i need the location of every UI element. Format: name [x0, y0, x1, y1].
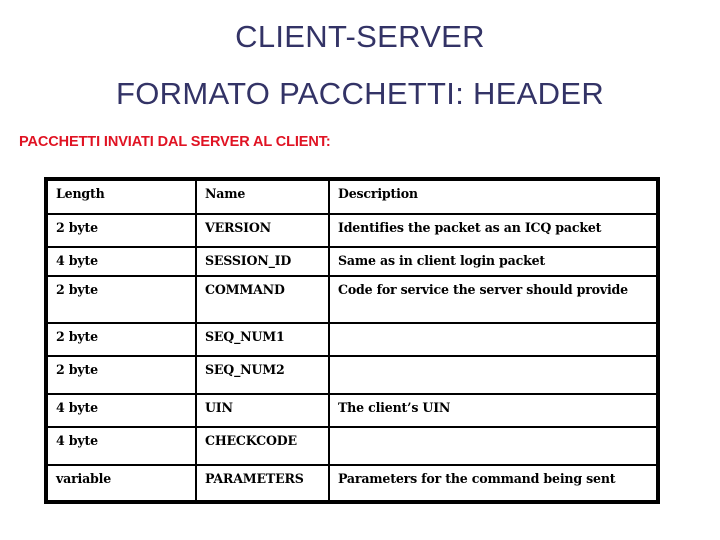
table-header-row: Length Name Description: [48, 181, 656, 215]
cell-description: [329, 427, 656, 466]
section-subtitle: PACCHETTI INVIATI DAL SERVER AL CLIENT:: [19, 134, 331, 150]
table-row: 4 byte SESSION_ID Same as in client logi…: [48, 247, 656, 277]
table-row: 2 byte COMMAND Code for service the serv…: [48, 276, 656, 324]
cell-name: SEQ_NUM2: [196, 356, 330, 395]
table-row: 4 byte UIN The client’s UIN: [48, 394, 656, 428]
cell-name: UIN: [196, 394, 330, 428]
page-title-line-2: FORMATO PACCHETTI: HEADER: [115, 76, 605, 111]
cell-description: Same as in client login packet: [329, 247, 656, 277]
slide-canvas: CLIENT-SERVER FORMATO PACCHETTI: HEADER …: [0, 0, 720, 540]
cell-length: 4 byte: [48, 247, 197, 277]
column-header-name: Name: [196, 181, 330, 215]
cell-description: [329, 356, 656, 395]
cell-name: CHECKCODE: [196, 427, 330, 466]
cell-name: VERSION: [196, 214, 330, 248]
cell-length: 2 byte: [48, 356, 197, 395]
cell-name: COMMAND: [196, 276, 330, 324]
table-row: 2 byte VERSION Identifies the packet as …: [48, 214, 656, 248]
packet-header-table-container: Length Name Description 2 byte VERSION I…: [44, 177, 660, 504]
cell-length: 4 byte: [48, 394, 197, 428]
cell-name: SEQ_NUM1: [196, 323, 330, 357]
cell-name: SESSION_ID: [196, 247, 330, 277]
cell-description: The client’s UIN: [329, 394, 656, 428]
cell-length: 4 byte: [48, 427, 197, 466]
cell-length: 2 byte: [48, 214, 197, 248]
cell-description: Parameters for the command being sent: [338, 471, 616, 486]
page-title-line-1: CLIENT-SERVER: [235, 19, 485, 54]
column-header-description: Description: [329, 181, 656, 215]
cell-length: variable: [48, 465, 197, 500]
cell-length: 2 byte: [48, 276, 197, 324]
cell-name: PARAMETERS: [196, 465, 330, 500]
table-row: 2 byte SEQ_NUM1: [48, 323, 656, 357]
table-row: 2 byte SEQ_NUM2: [48, 356, 656, 395]
cell-description: Code for service the server should provi…: [329, 276, 656, 324]
packet-header-table: Length Name Description 2 byte VERSION I…: [48, 181, 656, 500]
column-header-length: Length: [48, 181, 197, 215]
table-row: variable PARAMETERS Parameters for the c…: [48, 465, 656, 500]
cell-length: 2 byte: [48, 323, 197, 357]
table-row: 4 byte CHECKCODE: [48, 427, 656, 466]
cell-description: Identifies the packet as an ICQ packet: [329, 214, 656, 248]
cell-description: [329, 323, 656, 357]
